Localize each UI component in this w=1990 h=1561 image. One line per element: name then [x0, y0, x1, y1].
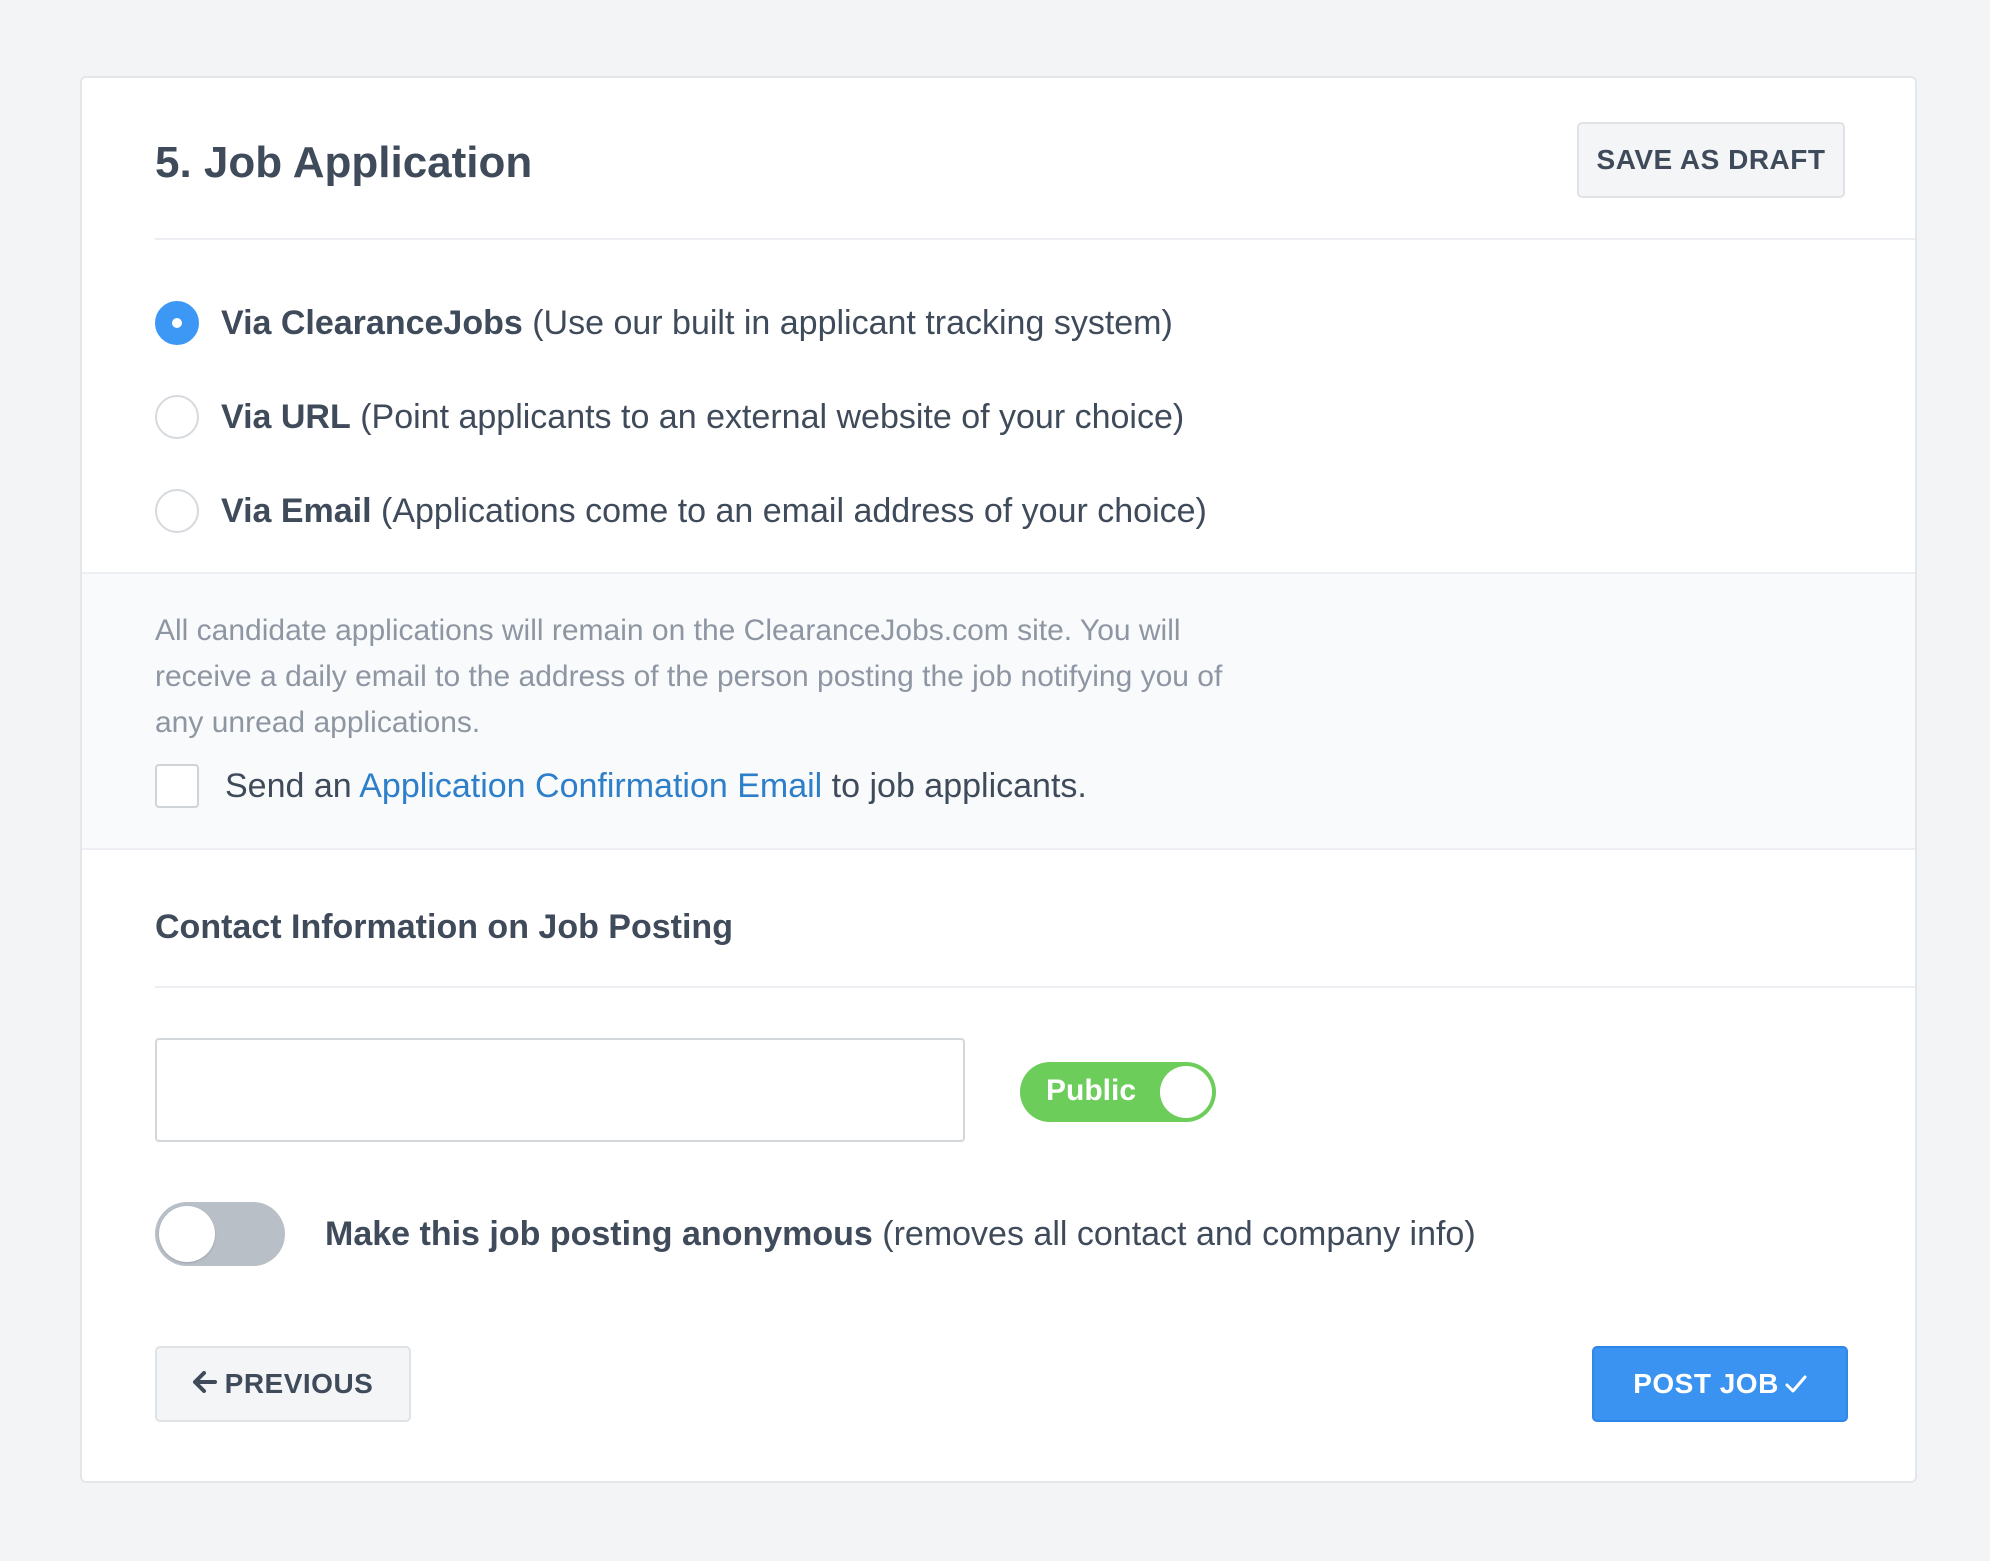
radio-option-email[interactable]: Via Email (Applications come to an email… [155, 486, 1207, 536]
radio-button-email[interactable] [155, 489, 199, 533]
application-info-panel: All candidate applications will remain o… [82, 572, 1915, 850]
confirmation-email-link[interactable]: Application Confirmation Email [359, 767, 822, 805]
visibility-toggle-label: Public [1046, 1074, 1137, 1107]
confirmation-email-checkbox[interactable] [155, 764, 199, 808]
toggle-knob [159, 1206, 215, 1262]
toggle-knob [1160, 1066, 1212, 1118]
job-application-card: 5. Job Application SAVE AS DRAFT Via Cle… [80, 76, 1917, 1483]
post-job-label: POST JOB [1633, 1368, 1779, 1399]
section-header: 5. Job Application SAVE AS DRAFT [155, 78, 1915, 240]
post-job-button[interactable]: POST JOB [1592, 1346, 1848, 1422]
radio-button-clearancejobs[interactable] [155, 301, 199, 345]
radio-option-clearancejobs[interactable]: Via ClearanceJobs (Use our built in appl… [155, 298, 1173, 348]
contact-info-input[interactable] [155, 1038, 965, 1142]
previous-button-label: PREVIOUS [224, 1368, 374, 1399]
radio-label-clearancejobs: Via ClearanceJobs (Use our built in appl… [221, 303, 1173, 342]
save-as-draft-button[interactable]: SAVE AS DRAFT [1577, 122, 1845, 198]
info-description: All candidate applications will remain o… [155, 614, 1223, 739]
checkmark-icon [1785, 1374, 1807, 1394]
arrow-left-icon [192, 1367, 217, 1401]
page-title: 5. Job Application [155, 138, 533, 187]
radio-label-url: Via URL (Point applicants to an external… [221, 397, 1185, 436]
radio-label-email: Via Email (Applications come to an email… [221, 491, 1207, 530]
confirmation-email-label: Send an Application Confirmation Email t… [225, 766, 1087, 805]
section-divider [155, 986, 1915, 988]
anonymous-toggle[interactable] [155, 1202, 285, 1266]
previous-button[interactable]: PREVIOUS [155, 1346, 411, 1422]
radio-button-url[interactable] [155, 395, 199, 439]
visibility-toggle[interactable]: Public [1020, 1062, 1216, 1122]
anonymous-label: Make this job posting anonymous (removes… [325, 1214, 1476, 1253]
contact-section-title: Contact Information on Job Posting [155, 908, 733, 946]
confirmation-email-option: Send an Application Confirmation Email t… [155, 764, 1087, 808]
radio-option-url[interactable]: Via URL (Point applicants to an external… [155, 392, 1184, 442]
anonymous-option: Make this job posting anonymous (removes… [155, 1202, 1476, 1266]
